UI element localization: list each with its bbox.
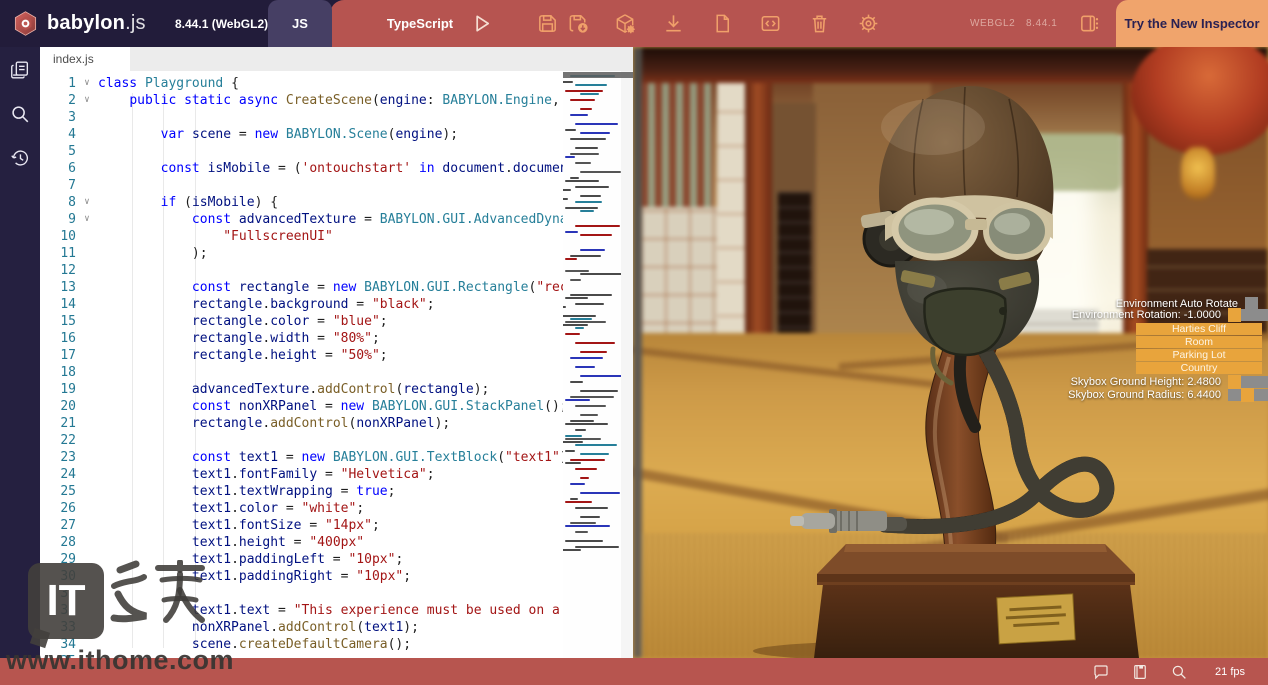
ground-height-label: Skybox Ground Height: 2.4800 xyxy=(1071,376,1221,388)
engine-version: 8.44.1 xyxy=(1026,0,1057,47)
minimap[interactable] xyxy=(563,71,621,658)
titlebar: TypeScript xyxy=(0,0,1268,47)
export-asset-icon[interactable] xyxy=(614,12,637,35)
ground-height-slider[interactable] xyxy=(1228,376,1268,388)
file-tab-indexjs[interactable]: index.js xyxy=(40,47,130,71)
code-line[interactable]: 27 text1.fontSize = "14px"; xyxy=(40,517,563,534)
env-rotation-slider[interactable] xyxy=(1228,309,1268,321)
code-line[interactable]: 4 var scene = new BABYLON.Scene(engine); xyxy=(40,126,563,143)
env-button[interactable]: Room xyxy=(1136,336,1262,348)
search-icon[interactable] xyxy=(9,103,31,125)
fold-chevron-icon[interactable]: ∨ xyxy=(76,194,98,211)
code-line[interactable]: 32 text1.text = "This experience must be… xyxy=(40,602,563,619)
code-line[interactable]: 3 xyxy=(40,109,563,126)
code-line[interactable]: 16 rectangle.width = "80%"; xyxy=(40,330,563,347)
babylon-playground-app: TypeScript xyxy=(0,0,1268,685)
code-line[interactable]: 2∨ public static async CreateScene(engin… xyxy=(40,92,563,109)
brand-name: babylon.js xyxy=(47,12,146,35)
code-line[interactable]: 9∨ const advancedTexture = BABYLON.GUI.A… xyxy=(40,211,563,228)
editor-scrollbar[interactable] xyxy=(621,71,633,658)
babylon-logo-icon xyxy=(12,10,39,37)
brand: babylon.js xyxy=(12,0,146,47)
fold-chevron-icon[interactable]: ∨ xyxy=(76,211,98,228)
code-line[interactable]: 34 scene.createDefaultCamera(); xyxy=(40,636,563,653)
code-line[interactable]: 20 const nonXRPanel = new BABYLON.GUI.St… xyxy=(40,398,563,415)
run-icon[interactable] xyxy=(470,12,493,35)
scene-overlay-gui: Environment Auto Rotate Environment Rota… xyxy=(633,47,1268,658)
code-line[interactable]: 15 rectangle.color = "blue"; xyxy=(40,313,563,330)
code-snippet-icon[interactable] xyxy=(759,12,782,35)
code-line[interactable]: 31 xyxy=(40,585,563,602)
engine-label: WEBGL2 xyxy=(970,0,1015,47)
delete-icon[interactable] xyxy=(808,12,831,35)
code-line[interactable]: 7 xyxy=(40,177,563,194)
env-button[interactable]: Harties Cliff xyxy=(1136,323,1262,335)
code-line[interactable]: 12 xyxy=(40,262,563,279)
code-line[interactable]: 8∨ if (isMobile) { xyxy=(40,194,563,211)
render-canvas[interactable]: Environment Auto Rotate Environment Rota… xyxy=(633,47,1268,658)
env-buttons: Harties CliffRoomParking LotCountry xyxy=(1136,323,1262,375)
code-line[interactable]: 6 const isMobile = ('ontouchstart' in do… xyxy=(40,160,563,177)
code-line[interactable]: 10 "FullscreenUI" xyxy=(40,228,563,245)
fold-chevron-icon[interactable]: ∨ xyxy=(76,75,98,92)
zoom-icon[interactable] xyxy=(1170,663,1188,681)
code-line[interactable]: 17 rectangle.height = "50%"; xyxy=(40,347,563,364)
fold-chevron-icon[interactable]: ∨ xyxy=(76,92,98,109)
new-file-icon[interactable] xyxy=(711,12,734,35)
code-line[interactable]: 21 rectangle.addControl(nonXRPanel); xyxy=(40,415,563,432)
code-line[interactable]: 33 nonXRPanel.addControl(text1); xyxy=(40,619,563,636)
code-line[interactable]: 22 xyxy=(40,432,563,449)
code-line[interactable]: 11 ); xyxy=(40,245,563,262)
tab-js[interactable]: JS xyxy=(268,0,332,47)
code-line[interactable]: 23 const text1 = new BABYLON.GUI.TextBlo… xyxy=(40,449,563,466)
code-lines: 1∨class Playground {2∨ public static asy… xyxy=(40,75,563,658)
docs-icon[interactable] xyxy=(1131,663,1149,681)
minimap-content xyxy=(563,75,621,554)
code-editor: index.js 1∨class Playground {2∨ public s… xyxy=(40,47,633,658)
code-line[interactable]: 25 text1.textWrapping = true; xyxy=(40,483,563,500)
sidebar xyxy=(0,47,40,658)
ground-radius-slider[interactable] xyxy=(1228,389,1268,401)
code-line[interactable]: 13 const rectangle = new BABYLON.GUI.Rec… xyxy=(40,279,563,296)
code-line[interactable]: 26 text1.color = "white"; xyxy=(40,500,563,517)
tab-typescript[interactable]: TypeScript xyxy=(360,0,480,47)
version-label: 8.44.1 (WebGL2) xyxy=(175,0,268,47)
code-line[interactable]: 30 text1.paddingRight = "10px"; xyxy=(40,568,563,585)
examples-icon[interactable] xyxy=(9,59,31,81)
ground-radius-label: Skybox Ground Radius: 6.4400 xyxy=(1068,389,1221,401)
env-button[interactable]: Parking Lot xyxy=(1136,349,1262,361)
inspector-icon[interactable] xyxy=(1078,12,1101,35)
comment-icon[interactable] xyxy=(1092,663,1110,681)
code-area[interactable]: 1∨class Playground {2∨ public static asy… xyxy=(40,71,633,658)
env-rotation-label: Environment Rotation: -1.0000 xyxy=(1072,309,1221,321)
code-line[interactable]: 29 text1.paddingLeft = "10px"; xyxy=(40,551,563,568)
code-line[interactable]: 14 rectangle.background = "black"; xyxy=(40,296,563,313)
save-icon[interactable] xyxy=(536,12,559,35)
code-line[interactable]: 19 advancedTexture.addControl(rectangle)… xyxy=(40,381,563,398)
statusbar: 21 fps xyxy=(0,658,1268,685)
code-line[interactable]: 28 text1.height = "400px" xyxy=(40,534,563,551)
code-line[interactable]: 18 xyxy=(40,364,563,381)
env-button[interactable]: Country xyxy=(1136,362,1262,374)
titlebar-red-section: TypeScript xyxy=(330,0,1268,47)
download-icon[interactable] xyxy=(662,12,685,35)
tab-js-label: JS xyxy=(292,16,308,31)
history-icon[interactable] xyxy=(9,147,31,169)
code-line[interactable]: 5 xyxy=(40,143,563,160)
save-local-icon[interactable] xyxy=(567,12,590,35)
minimap-slider[interactable] xyxy=(563,72,633,78)
fps-counter: 21 fps xyxy=(1215,666,1245,678)
settings-icon[interactable] xyxy=(857,12,880,35)
code-line[interactable]: 24 text1.fontFamily = "Helvetica"; xyxy=(40,466,563,483)
try-new-inspector-button[interactable]: Try the New Inspector xyxy=(1116,0,1268,47)
code-line[interactable]: 1∨class Playground { xyxy=(40,75,563,92)
auto-rotate-label: Environment Auto Rotate xyxy=(1116,298,1238,310)
editor-tabbar: index.js xyxy=(40,47,633,71)
